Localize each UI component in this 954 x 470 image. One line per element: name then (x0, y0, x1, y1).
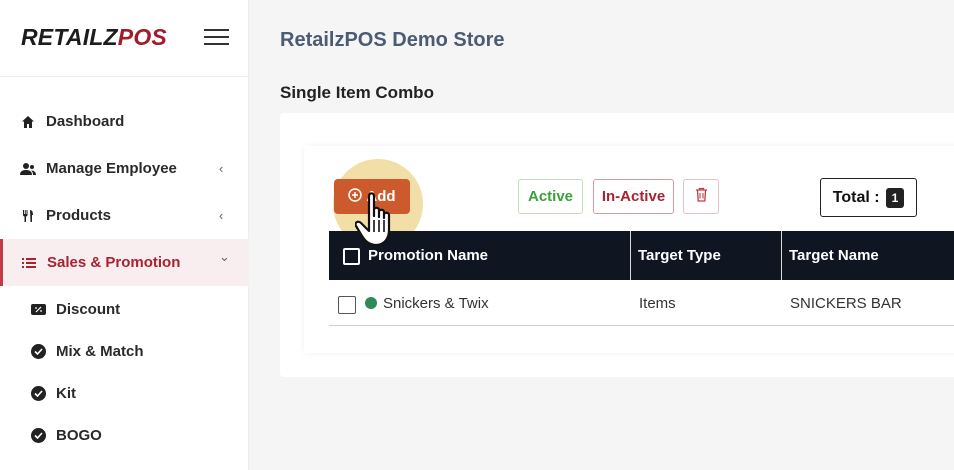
table-row[interactable]: Snickers & Twix Items SNICKERS BAR (329, 280, 954, 326)
list-icon (21, 255, 37, 271)
inactive-filter-button[interactable]: In-Active (593, 179, 674, 214)
users-icon (20, 161, 36, 177)
row-checkbox[interactable] (338, 296, 356, 314)
brand-bar: RETAILZPOS (0, 0, 248, 77)
total-counter: Total : 1 (820, 178, 917, 217)
total-count-badge: 1 (885, 187, 905, 208)
sidebar-subitem-label: BOGO (56, 426, 102, 444)
sidebar-item-label: Dashboard (46, 113, 125, 130)
chevron-down-icon: ⌄ (219, 249, 230, 264)
hamburger-menu-icon[interactable] (204, 29, 229, 47)
chevron-left-icon: ‹ (219, 208, 224, 223)
sidebar-subitem-label: Mix & Match (56, 342, 144, 360)
trash-icon (695, 187, 708, 207)
sidebar-subitem-kit[interactable]: Kit (0, 372, 249, 414)
column-header-target-type[interactable]: Target Type (638, 231, 721, 280)
cell-target-name: SNICKERS BAR (790, 294, 902, 312)
sidebar-subitem-label: Discount (56, 300, 121, 318)
chevron-left-icon: ‹ (219, 161, 224, 176)
page-title: Single Item Combo (280, 83, 434, 102)
sidebar-item-dashboard[interactable]: Dashboard (0, 98, 249, 145)
active-filter-button[interactable]: Active (518, 179, 583, 214)
sidebar-item-products[interactable]: Products ‹ (0, 192, 249, 239)
ticket-icon (31, 304, 46, 315)
sidebar-item-manage-employee[interactable]: Manage Employee ‹ (0, 145, 249, 192)
logo-text-part1: RETAILZ (21, 24, 118, 50)
sidebar-item-label: Manage Employee (46, 160, 177, 177)
sidebar-item-label: Products (46, 207, 112, 224)
sidebar-subitem-mix-match[interactable]: Mix & Match (0, 330, 249, 372)
sidebar-subitem-discount[interactable]: Discount (0, 288, 249, 330)
sidebar-item-sales-promotion[interactable]: Sales & Promotion ⌄ (0, 239, 249, 286)
add-button[interactable]: Add (334, 179, 410, 214)
cell-target-type: Items (639, 294, 676, 312)
status-active-dot (365, 297, 377, 309)
column-header-target-name[interactable]: Target Name (789, 231, 879, 280)
total-label: Total : (832, 188, 880, 206)
add-button-label: Add (366, 188, 396, 205)
check-badge-icon (31, 343, 46, 359)
check-badge-icon (31, 385, 46, 401)
column-header-promotion-name[interactable]: Promotion Name (368, 231, 488, 280)
sidebar-subitem-bogo[interactable]: BOGO (0, 414, 249, 456)
table-header: Promotion Name Target Type Target Name (329, 231, 954, 280)
check-badge-icon (31, 427, 46, 443)
sidebar: RETAILZPOS Dashboard Manage Employee ‹ P… (0, 0, 249, 470)
sidebar-item-label: Sales & Promotion (47, 254, 181, 271)
cell-promotion-name: Snickers & Twix (383, 294, 489, 312)
select-all-checkbox[interactable] (343, 248, 360, 265)
home-icon (20, 114, 36, 130)
utensils-icon (20, 208, 36, 224)
delete-button[interactable] (683, 179, 719, 214)
sidebar-subitem-label: Kit (56, 384, 76, 402)
store-title: RetailzPOS Demo Store (280, 29, 505, 51)
logo-text-part2: POS (117, 24, 167, 50)
logo[interactable]: RETAILZPOS (21, 24, 167, 51)
plus-circle-icon (348, 187, 363, 206)
